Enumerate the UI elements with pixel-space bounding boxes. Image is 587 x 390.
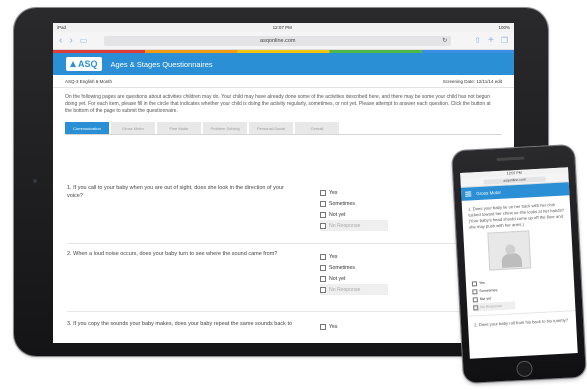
option-label: Not yet bbox=[329, 211, 346, 218]
app-title: Ages & Stages Questionnaires bbox=[110, 59, 213, 69]
phone-screen: 12:07 PM asqonline.com Gross Motor 1. Do… bbox=[460, 167, 578, 359]
tabs-divider bbox=[65, 134, 502, 135]
question-body: If you copy the sounds your baby makes, … bbox=[73, 321, 293, 327]
checkbox[interactable] bbox=[320, 286, 326, 293]
answer-options: Yes Sometimes Not yet No Response bbox=[320, 251, 400, 295]
tab-personal-social[interactable]: Personal-Social bbox=[249, 122, 293, 134]
option-yes[interactable]: Yes bbox=[320, 321, 400, 332]
tablet-screen: iPad 12:07 PM 100% ‹ › ▭ asqonline.com ↻… bbox=[53, 23, 514, 343]
phone-question-text: 1. Does your baby lie on her back with h… bbox=[467, 202, 565, 230]
tablet-camera bbox=[32, 178, 38, 184]
option-label: Sometimes bbox=[329, 200, 355, 207]
tab-fine-motor[interactable]: Fine Motor bbox=[157, 122, 201, 134]
checkbox[interactable] bbox=[472, 288, 478, 294]
new-tab-icon[interactable]: + bbox=[488, 35, 494, 46]
checkbox[interactable] bbox=[320, 264, 326, 271]
answer-options: Yes Sometimes Not yet No Response bbox=[320, 187, 400, 231]
phone-option-no-response[interactable]: No Response bbox=[473, 301, 516, 312]
browser-toolbar: ‹ › ▭ asqonline.com ↻ ⇧ + ❐ bbox=[53, 32, 514, 50]
tab-gross-motor[interactable]: Gross Motor bbox=[111, 122, 155, 134]
phone-question-2-text: 2. Does your baby roll from his back to … bbox=[467, 310, 577, 329]
illustration-body bbox=[501, 252, 523, 268]
form-name: ASQ-3 English 6 Month bbox=[65, 79, 113, 84]
bookmarks-icon[interactable]: ▭ bbox=[80, 36, 88, 46]
option-label: Yes bbox=[329, 323, 338, 330]
app-header: ASQ Ages & Stages Questionnaires bbox=[53, 53, 514, 75]
phone-speaker bbox=[496, 156, 525, 162]
menu-icon[interactable] bbox=[465, 191, 472, 197]
option-label: No Response bbox=[329, 286, 361, 293]
section-tabs: Communication Gross Motor Fine Motor Pro… bbox=[65, 122, 514, 134]
option-label: Sometimes bbox=[479, 288, 498, 294]
option-yes[interactable]: Yes bbox=[320, 251, 400, 262]
answer-options: Yes bbox=[320, 321, 400, 332]
screening-date: Screening Date: 12/11/14 edit bbox=[442, 79, 502, 84]
question-text: 2. When a loud noise occurs, does your b… bbox=[67, 251, 297, 259]
triangle-icon bbox=[70, 61, 76, 67]
option-label: Not yet bbox=[479, 296, 492, 302]
checkbox[interactable] bbox=[473, 304, 479, 310]
address-bar[interactable]: asqonline.com ↻ bbox=[104, 35, 452, 46]
checkbox[interactable] bbox=[320, 253, 326, 260]
option-sometimes[interactable]: Sometimes bbox=[320, 262, 400, 273]
checkbox[interactable] bbox=[320, 200, 326, 207]
checkbox[interactable] bbox=[472, 296, 478, 302]
option-label: No Response bbox=[329, 222, 361, 229]
checkbox[interactable] bbox=[471, 280, 478, 286]
battery-label: 100% bbox=[498, 25, 510, 30]
phone-device: 12:07 PM asqonline.com Gross Motor 1. Do… bbox=[452, 144, 586, 384]
question-text: 3. If you copy the sounds your baby make… bbox=[67, 321, 327, 329]
carrier-label: iPad bbox=[57, 25, 67, 30]
home-button[interactable] bbox=[516, 360, 533, 378]
question-number: 2. bbox=[67, 251, 72, 257]
option-label: Sometimes bbox=[329, 264, 355, 271]
option-sometimes[interactable]: Sometimes bbox=[320, 198, 400, 209]
option-label: Not yet bbox=[329, 275, 346, 282]
option-label: No Response bbox=[480, 303, 503, 310]
phone-section-title: Gross Motor bbox=[476, 189, 502, 197]
option-no-response[interactable]: No Response bbox=[320, 220, 388, 231]
phone-answer-options: Yes Sometimes Not yet No Response bbox=[465, 266, 575, 312]
baby-illustration bbox=[487, 230, 532, 271]
back-arrow-icon[interactable]: ‹ bbox=[59, 35, 62, 46]
question-number: 1. bbox=[67, 185, 72, 191]
form-subheader: ASQ-3 English 6 Month Screening Date: 12… bbox=[53, 75, 514, 88]
tab-overall[interactable]: Overall bbox=[295, 122, 339, 134]
logo-text: ASQ bbox=[78, 59, 98, 69]
question-divider bbox=[67, 311, 497, 312]
question-divider bbox=[67, 243, 497, 244]
url-text: asqonline.com bbox=[260, 37, 296, 44]
question-number: 3. bbox=[67, 321, 72, 327]
option-no-response[interactable]: No Response bbox=[320, 284, 388, 295]
checkbox[interactable] bbox=[320, 275, 326, 282]
asq-logo: ASQ bbox=[66, 57, 102, 71]
option-label: Yes bbox=[329, 189, 338, 196]
instructions-text: On the following pages are questions abo… bbox=[65, 94, 491, 114]
question-body: When a loud noise occurs, does your baby… bbox=[73, 251, 278, 257]
checkbox[interactable] bbox=[320, 189, 326, 196]
forward-arrow-icon[interactable]: › bbox=[69, 35, 72, 46]
share-icon[interactable]: ⇧ bbox=[474, 36, 481, 46]
tab-problem-solving[interactable]: Problem Solving bbox=[203, 122, 247, 134]
option-not-yet[interactable]: Not yet bbox=[320, 209, 400, 220]
option-label: Yes bbox=[478, 280, 485, 286]
clock: 12:07 PM bbox=[272, 25, 292, 30]
option-not-yet[interactable]: Not yet bbox=[320, 273, 400, 284]
checkbox[interactable] bbox=[320, 222, 326, 229]
refresh-icon[interactable]: ↻ bbox=[442, 37, 447, 44]
status-bar: iPad 12:07 PM 100% bbox=[53, 23, 514, 32]
tab-communication[interactable]: Communication bbox=[65, 122, 109, 134]
option-yes[interactable]: Yes bbox=[320, 187, 400, 198]
checkbox[interactable] bbox=[320, 211, 326, 218]
option-label: Yes bbox=[329, 253, 338, 260]
question-text: 1. If you call to your baby when you are… bbox=[67, 185, 297, 200]
question-body: If you call to your baby when you are ou… bbox=[67, 185, 284, 199]
tabs-icon[interactable]: ❐ bbox=[501, 36, 508, 46]
checkbox[interactable] bbox=[320, 323, 326, 330]
